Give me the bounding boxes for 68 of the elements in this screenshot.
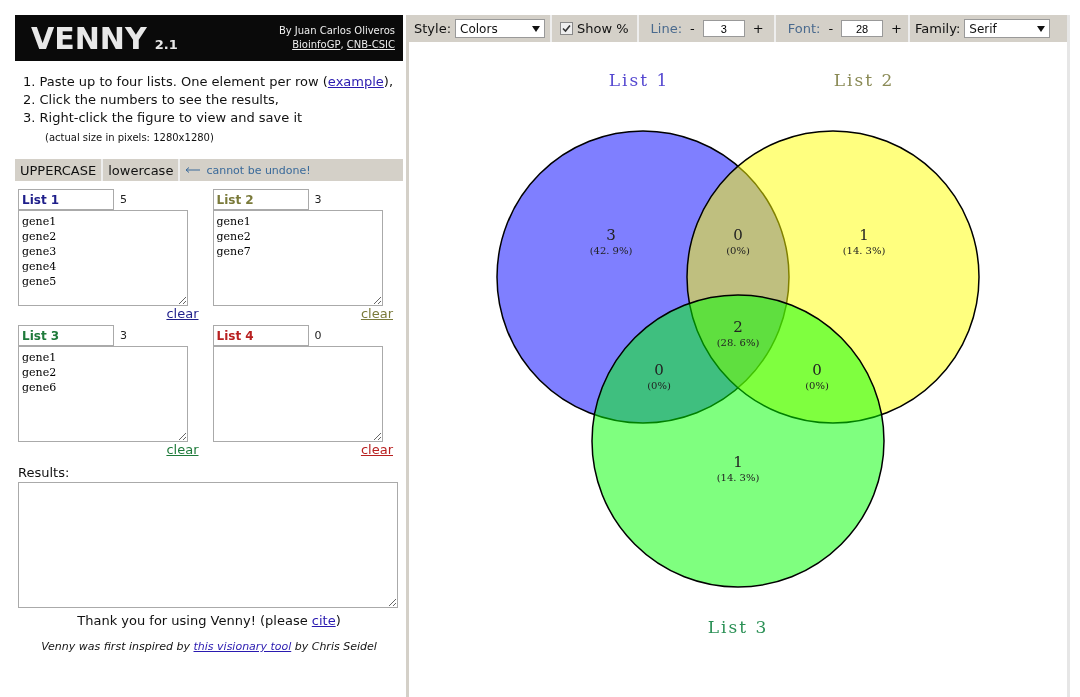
region-percent: (0%): [647, 380, 671, 391]
author-text: By Juan Carlos Oliveros: [278, 24, 395, 38]
institution-link[interactable]: CNB-CSIC: [346, 39, 395, 50]
region-percent: (0%): [805, 380, 829, 391]
tool-link[interactable]: this visionary tool: [193, 640, 292, 653]
credit-text: Venny was first inspired by this visionary tool by Chris Seidel: [40, 640, 378, 653]
increase-button[interactable]: +: [887, 21, 906, 36]
line-label: Line:: [650, 21, 683, 36]
list-textarea[interactable]: [212, 346, 383, 442]
region-count[interactable]: 1: [859, 226, 869, 244]
region-count[interactable]: 0: [654, 361, 664, 379]
list-textarea[interactable]: gene1 gene2 gene7: [212, 210, 383, 306]
instruction-text: 1. Paste up to four lists. One element per row (example),: [23, 73, 395, 91]
app-logo: VENNY: [31, 20, 147, 56]
region-percent: (14. 3%): [842, 245, 886, 256]
instruction-text: 2. Click the numbers to see the results,: [23, 91, 280, 109]
caret-icon: [1037, 25, 1046, 32]
region-count[interactable]: 0: [812, 361, 822, 379]
decrease-button[interactable]: -: [824, 21, 838, 36]
separator-text: ,: [340, 39, 345, 50]
clear-link[interactable]: clear: [166, 306, 199, 321]
region-count[interactable]: 2: [733, 318, 743, 336]
thanks-text: Thank you for using Venny! (please cite): [76, 613, 342, 628]
list-textarea[interactable]: gene1 gene2 gene3 gene4 gene5: [18, 210, 188, 306]
region-count[interactable]: 0: [733, 226, 743, 244]
style-label: Style:: [414, 21, 452, 36]
region-count[interactable]: 1: [733, 453, 743, 471]
caret-icon: [532, 25, 541, 32]
results-label: Results:: [18, 465, 71, 480]
element-count: 3: [120, 329, 127, 342]
show-percent-checkbox[interactable]: [560, 22, 574, 35]
cite-link[interactable]: cite: [311, 613, 336, 628]
family-label: Family:: [915, 21, 961, 36]
set-label: List 3: [707, 617, 769, 637]
line-width-field[interactable]: 3: [702, 20, 745, 37]
element-count: 5: [120, 193, 127, 206]
size-note: (actual size in pixels: 1280x1280): [45, 131, 215, 145]
list-textarea[interactable]: gene1 gene2 gene6: [18, 346, 188, 442]
font-size-field[interactable]: 28: [841, 20, 884, 37]
institution-link[interactable]: BioinfoGP: [292, 39, 341, 50]
increase-button[interactable]: +: [748, 21, 768, 36]
list-name-field[interactable]: List 1: [18, 189, 114, 210]
element-count: 0: [314, 329, 322, 342]
left-arrow-icon: [186, 167, 201, 173]
region-percent: (28. 6%): [716, 337, 760, 348]
clear-link[interactable]: clear: [360, 306, 393, 321]
family-select[interactable]: Serif: [964, 19, 1051, 38]
results-textarea[interactable]: [18, 482, 398, 608]
set-label: List 1: [608, 70, 670, 90]
region-percent: (42. 9%): [589, 245, 633, 256]
style-select[interactable]: Colors: [455, 19, 546, 38]
element-count: 3: [314, 193, 322, 206]
list-name-field[interactable]: List 3: [18, 325, 114, 346]
warning-text: cannot be undone!: [205, 163, 311, 177]
region-count[interactable]: 3: [606, 226, 616, 244]
clear-link[interactable]: clear: [360, 442, 393, 457]
example-link[interactable]: example: [327, 74, 384, 89]
region-percent: (0%): [726, 245, 750, 256]
clear-link[interactable]: clear: [166, 442, 199, 457]
show-percent-label: Show %: [577, 21, 629, 36]
list-name-field[interactable]: List 4: [212, 325, 309, 346]
set-label: List 2: [833, 70, 895, 90]
region-percent: (14. 3%): [716, 472, 760, 483]
decrease-button[interactable]: -: [686, 21, 699, 36]
instruction-text: 3. Right-click the figure to view and save it: [23, 109, 304, 127]
list-name-field[interactable]: List 2: [212, 189, 309, 210]
version-label: 2.1: [154, 36, 178, 52]
font-label: Font:: [787, 21, 821, 36]
